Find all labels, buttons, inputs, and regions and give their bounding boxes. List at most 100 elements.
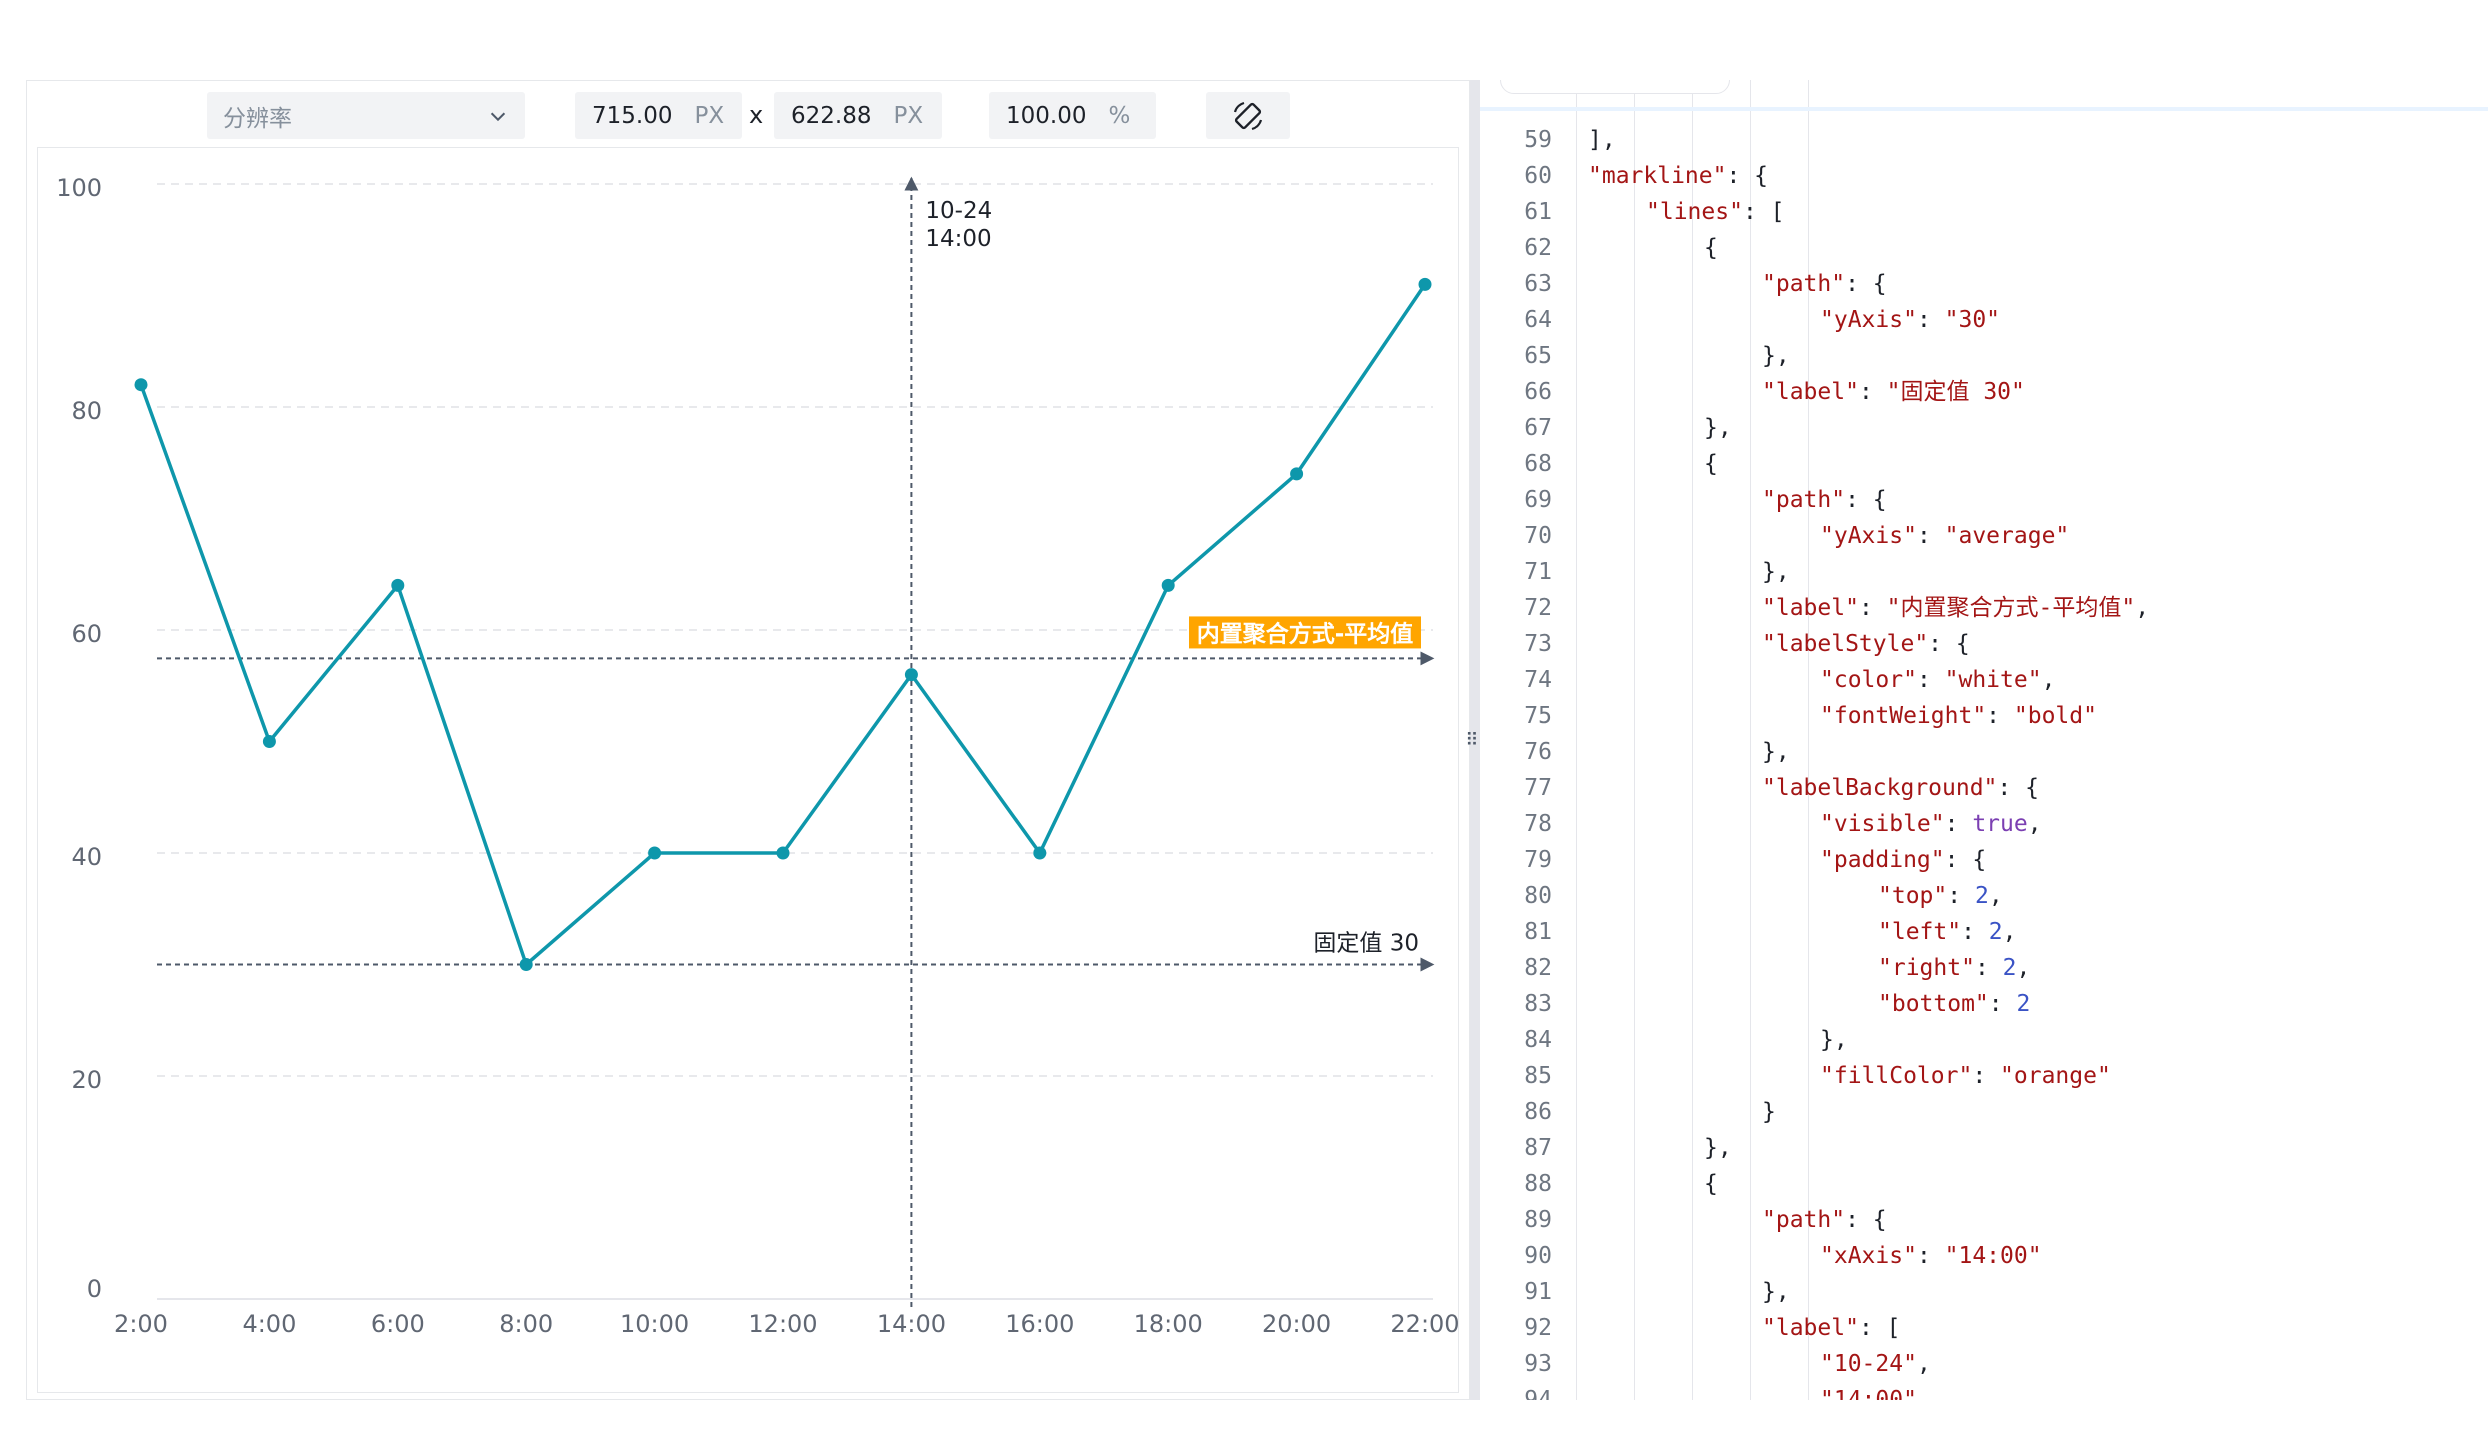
code-line[interactable]: "yAxis": "average" bbox=[1820, 518, 2069, 554]
code-token: }, bbox=[1762, 559, 1790, 585]
markline-label: 内置聚合方式-平均值 bbox=[1197, 620, 1414, 647]
line-number: 89 bbox=[1524, 1207, 1552, 1233]
code-line[interactable]: } bbox=[1762, 1094, 1776, 1130]
code-token: : bbox=[1986, 703, 2014, 729]
code-token: : bbox=[1916, 307, 1945, 333]
width-input[interactable]: 715.00 PX bbox=[575, 92, 742, 139]
code-line[interactable]: "14:00" bbox=[1820, 1382, 1917, 1400]
code-token: , bbox=[1988, 883, 2003, 909]
code-token: : { bbox=[1944, 847, 1987, 873]
code-token: "14:00" bbox=[1944, 1243, 2042, 1269]
code-line[interactable]: { bbox=[1704, 446, 1718, 482]
code-line[interactable]: { bbox=[1704, 230, 1718, 266]
code-line[interactable]: "path": { bbox=[1762, 266, 1887, 302]
line-number: 70 bbox=[1524, 523, 1552, 549]
data-point bbox=[134, 378, 148, 392]
rotate-screen-button[interactable] bbox=[1206, 92, 1290, 139]
code-token: : bbox=[1961, 919, 1989, 945]
code-line[interactable]: "fontWeight": "bold" bbox=[1820, 698, 2097, 734]
y-tick-label: 100 bbox=[56, 174, 102, 202]
code-line[interactable]: }, bbox=[1704, 410, 1732, 446]
code-line[interactable]: "path": { bbox=[1762, 1202, 1887, 1238]
code-token: : { bbox=[1726, 163, 1769, 189]
code-token: "label" bbox=[1762, 595, 1859, 621]
code-line[interactable]: "label": [ bbox=[1762, 1310, 1900, 1346]
data-point bbox=[1033, 846, 1047, 860]
code-line[interactable]: "fillColor": "orange" bbox=[1820, 1058, 2111, 1094]
code-line[interactable]: "labelBackground": { bbox=[1762, 770, 2039, 806]
code-line[interactable]: "visible": true, bbox=[1820, 806, 2042, 842]
code-token: , bbox=[2041, 667, 2056, 693]
code-line[interactable]: "bottom": 2 bbox=[1878, 986, 2030, 1022]
x-tick-label: 10:00 bbox=[620, 1310, 689, 1338]
line-number: 62 bbox=[1524, 235, 1552, 261]
line-number-gutter: 59 60 61 62 63 64 65 66 67 68 69 70 71 72 73 74 75 76 77 78… bbox=[1480, 80, 1566, 1400]
code-line[interactable]: "label": "内置聚合方式-平均值", bbox=[1762, 590, 2149, 626]
code-line[interactable]: }, bbox=[1762, 1274, 1790, 1310]
drag-handle-icon[interactable]: ⠿ bbox=[1465, 730, 1479, 752]
code-line[interactable]: "label": "固定值 30" bbox=[1762, 374, 2025, 410]
x-tick-label: 8:00 bbox=[499, 1310, 553, 1338]
code-line[interactable]: }, bbox=[1762, 554, 1790, 590]
data-point bbox=[1418, 277, 1432, 291]
code-token: "right" bbox=[1878, 955, 1975, 981]
line-number: 84 bbox=[1524, 1027, 1552, 1053]
x-tick-label: 4:00 bbox=[242, 1310, 296, 1338]
resolution-select[interactable]: 分辨率 bbox=[207, 92, 525, 139]
code-line[interactable]: "path": { bbox=[1762, 482, 1887, 518]
code-line[interactable]: "yAxis": "30" bbox=[1820, 302, 2000, 338]
line-number: 90 bbox=[1524, 1243, 1552, 1269]
line-number: 81 bbox=[1524, 919, 1552, 945]
code-token: 2 bbox=[2016, 991, 2031, 1017]
chart-canvas: 0 20 40 60 80 100 2:00 4:00 6:00 8:00 10:00 12:00 14… bbox=[37, 147, 1459, 1393]
width-value: 715.00 bbox=[592, 102, 673, 129]
code-line[interactable]: }, bbox=[1704, 1130, 1732, 1166]
line-number: 77 bbox=[1524, 775, 1552, 801]
code-line[interactable]: "lines": [ bbox=[1646, 194, 1784, 230]
y-tick-label: 20 bbox=[71, 1066, 102, 1094]
code-line[interactable]: }, bbox=[1820, 1022, 1848, 1058]
code-token: }, bbox=[1820, 1027, 1848, 1053]
code-content[interactable]: ], "markline": {"lines": [{"path": {"yAxi… bbox=[1570, 80, 2488, 1400]
code-token: "left" bbox=[1878, 919, 1962, 945]
data-point bbox=[1290, 467, 1304, 481]
code-line[interactable]: "xAxis": "14:00" bbox=[1820, 1238, 2042, 1274]
code-token: "label" bbox=[1762, 1315, 1859, 1341]
code-token: , bbox=[2027, 811, 2042, 837]
code-token: "markline" bbox=[1588, 163, 1727, 189]
zoom-value: 100.00 bbox=[1006, 102, 1087, 129]
x-tick-label: 14:00 bbox=[877, 1310, 946, 1338]
line-number: 75 bbox=[1524, 703, 1552, 729]
code-token: "bold" bbox=[2013, 703, 2097, 729]
line-number: 72 bbox=[1524, 595, 1552, 621]
code-line[interactable]: "right": 2, bbox=[1878, 950, 2030, 986]
line-number: 86 bbox=[1524, 1099, 1552, 1125]
code-line[interactable]: }, bbox=[1762, 338, 1790, 374]
code-line[interactable]: "top": 2, bbox=[1878, 878, 2003, 914]
code-token: : { bbox=[1997, 775, 2039, 801]
code-editor[interactable]: 59 60 61 62 63 64 65 66 67 68 69 70 71 72 73 74 75 76 77 78… bbox=[1480, 80, 2488, 1400]
editor-tab[interactable]: Chartspace bbox=[1500, 80, 1730, 94]
height-input[interactable]: 622.88 PX bbox=[774, 92, 942, 139]
code-line[interactable]: { bbox=[1704, 1166, 1718, 1202]
code-token: "yAxis" bbox=[1820, 307, 1917, 333]
code-token: , bbox=[2016, 955, 2031, 981]
code-token: "path" bbox=[1762, 1207, 1846, 1233]
code-line[interactable]: "left": 2, bbox=[1878, 914, 2017, 950]
indent-guide bbox=[1576, 80, 1577, 1400]
code-line[interactable]: "markline": { bbox=[1588, 158, 1768, 194]
code-token: "内置聚合方式-平均值" bbox=[1886, 595, 2136, 621]
code-line[interactable]: "padding": { bbox=[1820, 842, 1986, 878]
height-unit: PX bbox=[893, 102, 924, 129]
code-line[interactable]: "10-24", bbox=[1820, 1346, 1931, 1382]
line-number: 66 bbox=[1524, 379, 1552, 405]
line-number: 92 bbox=[1524, 1315, 1552, 1341]
zoom-input[interactable]: 100.00 % bbox=[989, 92, 1156, 139]
code-line[interactable]: "color": "white", bbox=[1820, 662, 2055, 698]
line-number: 61 bbox=[1524, 199, 1552, 225]
code-token: : bbox=[1947, 883, 1975, 909]
code-line[interactable]: ], bbox=[1588, 122, 1616, 158]
code-line[interactable]: }, bbox=[1762, 734, 1790, 770]
code-line[interactable]: "labelStyle": { bbox=[1762, 626, 1970, 662]
times-sign: x bbox=[749, 101, 764, 129]
